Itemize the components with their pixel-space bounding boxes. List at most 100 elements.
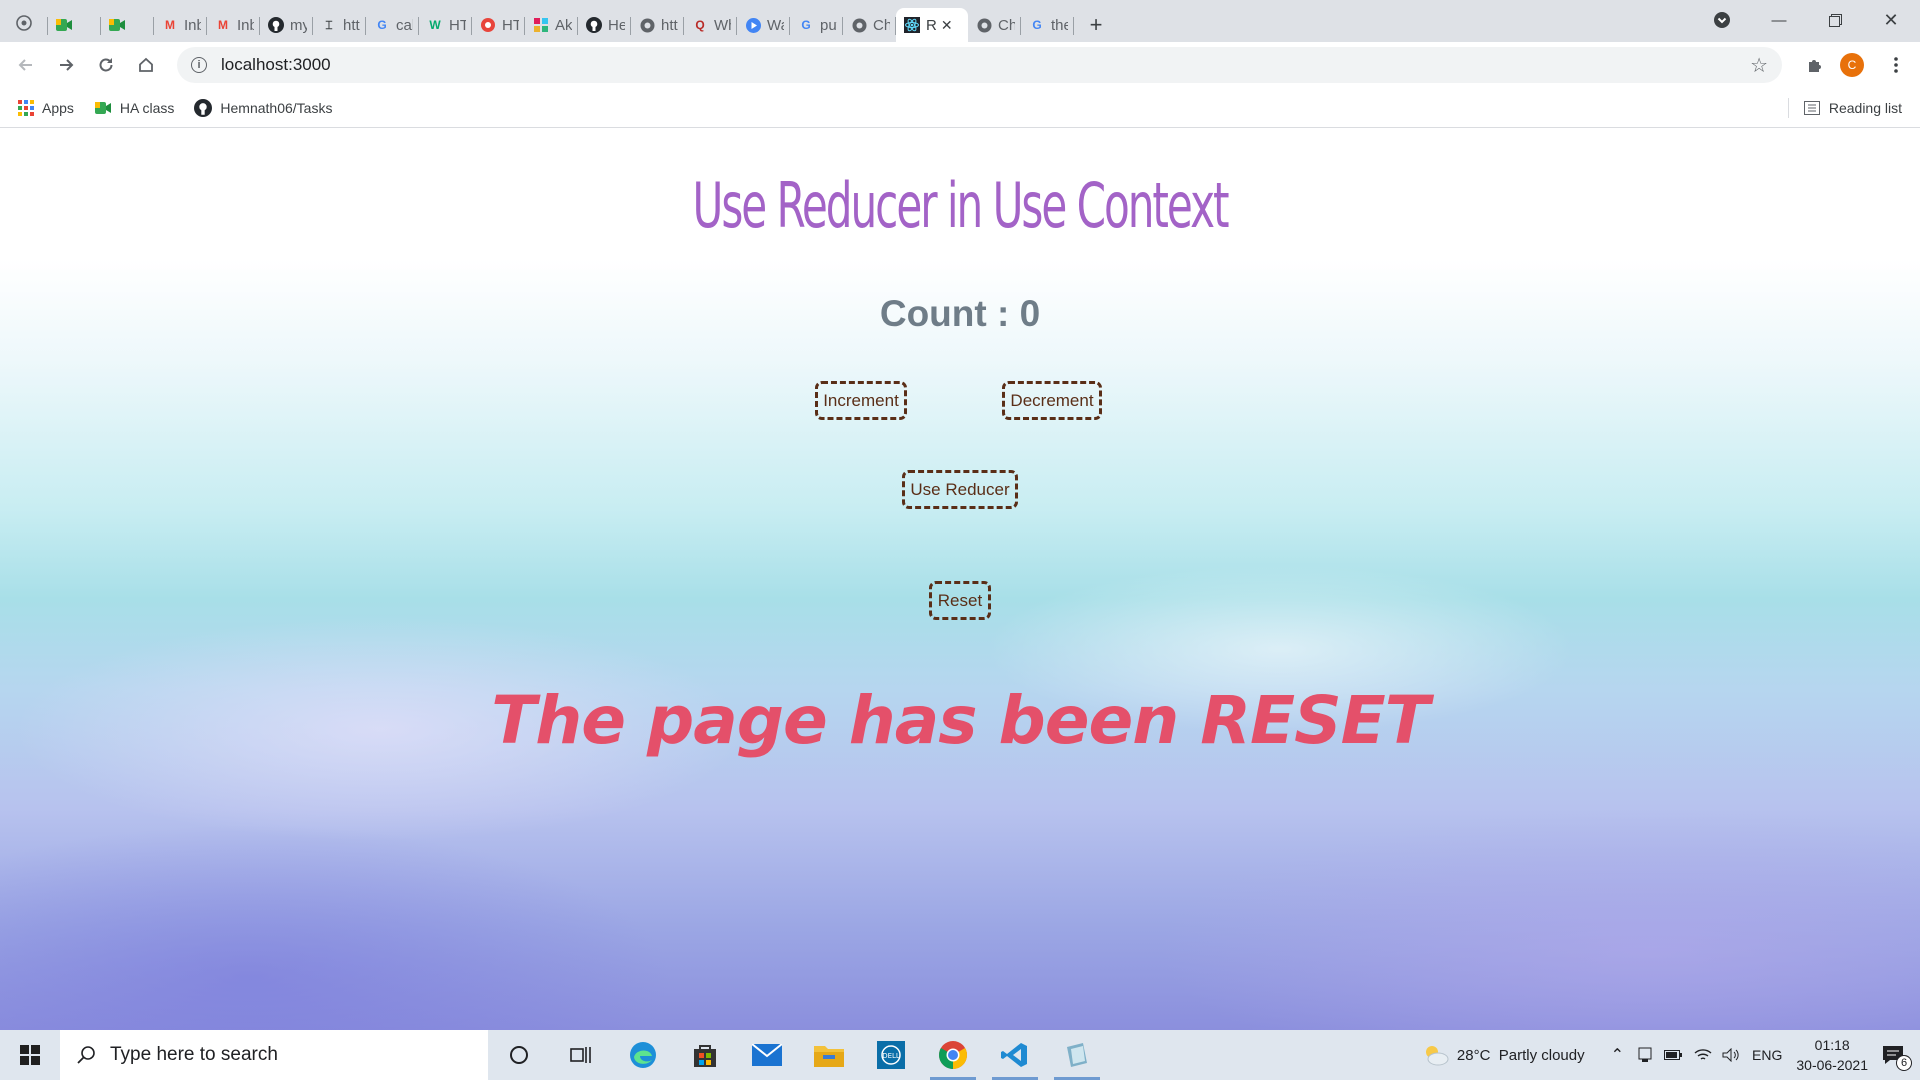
taskbar: Type here to search DELL 28°C Partly clo…	[0, 1030, 1920, 1080]
react-icon	[904, 17, 920, 33]
taskbar-dell[interactable]: DELL	[860, 1030, 922, 1080]
tab-gmail-1[interactable]: M Inbox	[154, 8, 207, 42]
tab-react-active[interactable]: R ✕	[896, 8, 968, 42]
use-reducer-button[interactable]: Use Reducer	[902, 470, 1018, 509]
tab-google-1[interactable]: G calm	[366, 8, 419, 42]
tab-globe-2[interactable]: Chon	[843, 8, 896, 42]
tab-label: https	[661, 16, 678, 34]
bookmark-github-tasks[interactable]: Hemnath06/Tasks	[194, 98, 333, 117]
reset-button[interactable]: Reset	[929, 581, 991, 620]
tab-label: R	[926, 16, 937, 34]
record-icon	[480, 17, 496, 33]
meet-icon	[94, 101, 112, 115]
bookmark-label: Hemnath06/Tasks	[220, 99, 333, 116]
taskbar-vscode[interactable]	[984, 1030, 1046, 1080]
reading-list-icon	[1803, 101, 1820, 115]
bookmark-star-icon[interactable]: ☆	[1750, 53, 1768, 78]
home-icon	[139, 57, 153, 72]
globe-icon	[976, 17, 992, 33]
taskbar-chrome[interactable]	[922, 1030, 984, 1080]
start-button[interactable]	[0, 1030, 60, 1080]
cortana-button[interactable]	[488, 1030, 550, 1080]
tab-meet-1[interactable]	[48, 8, 101, 42]
taskbar-file-explorer[interactable]	[798, 1030, 860, 1080]
tab-google-3[interactable]: G the p	[1021, 8, 1074, 42]
profile-avatar[interactable]: C	[1840, 53, 1864, 77]
weather-label[interactable]: 28°C Partly cloudy	[1457, 1047, 1585, 1064]
battery-icon[interactable]	[1664, 1050, 1683, 1060]
tab-label: puth	[820, 16, 837, 34]
slack-icon	[533, 17, 549, 33]
quora-icon: Q	[695, 18, 705, 32]
clock[interactable]: 01:18 30-06-2021	[1796, 1035, 1868, 1075]
github-icon	[194, 98, 213, 117]
windows-icon	[20, 1045, 40, 1065]
taskbar-edge[interactable]	[612, 1030, 674, 1080]
tab-label: HTM	[449, 16, 466, 34]
bookmark-ha-class[interactable]: HA class	[94, 100, 174, 116]
weather-icon[interactable]	[1423, 1044, 1449, 1066]
clock-time: 01:18	[1814, 1037, 1850, 1053]
close-window-button[interactable]: ✕	[1868, 0, 1914, 40]
tab-search-button[interactable]	[1700, 0, 1744, 40]
bookmark-apps[interactable]: Apps	[18, 99, 74, 116]
tab-w3schools[interactable]: W HTM	[419, 8, 472, 42]
minimize-button[interactable]: —	[1756, 0, 1802, 40]
tab-globe-1[interactable]: https	[631, 8, 684, 42]
task-view-button[interactable]	[550, 1030, 612, 1080]
home-button[interactable]	[126, 47, 166, 83]
close-tab-icon[interactable]: ✕	[941, 17, 953, 34]
tab-label: Watc	[767, 16, 784, 34]
tab-label: Inbox	[237, 16, 254, 34]
meeting-icon[interactable]	[1638, 1047, 1652, 1063]
folder-icon	[814, 1046, 844, 1067]
menu-button[interactable]	[1876, 47, 1916, 83]
taskbar-search[interactable]: Type here to search	[60, 1030, 488, 1080]
tab-label: HTM	[502, 16, 519, 34]
taskbar-store[interactable]	[674, 1030, 736, 1080]
puzzle-icon	[1809, 60, 1821, 72]
tab-web-1[interactable]: ⌶ https	[313, 8, 366, 42]
decrement-button[interactable]: Decrement	[1002, 381, 1102, 420]
tab-label: the p	[1051, 16, 1068, 34]
tab-github-2[interactable]: Hem	[578, 8, 631, 42]
reload-button[interactable]	[86, 47, 126, 83]
gmail-icon: M	[165, 18, 175, 32]
reload-icon	[99, 58, 113, 72]
notes-app-icon	[1067, 1043, 1087, 1067]
back-button[interactable]	[6, 47, 46, 83]
cortana-icon	[510, 1046, 528, 1064]
tab-slack[interactable]: Akay	[525, 8, 578, 42]
extensions-button[interactable]	[1795, 47, 1835, 83]
chrome-apps-icon	[15, 14, 33, 36]
tab-gmail-2[interactable]: M Inbox	[207, 8, 260, 42]
new-tab-button[interactable]: +	[1074, 8, 1118, 42]
forward-button[interactable]	[46, 47, 86, 83]
increment-button[interactable]: Increment	[815, 381, 907, 420]
google-icon: G	[801, 18, 811, 32]
tab-label: Wher	[714, 16, 731, 34]
volume-icon[interactable]	[1722, 1048, 1740, 1062]
reading-list-button[interactable]: Reading list	[1787, 88, 1902, 128]
wifi-icon[interactable]	[1694, 1048, 1712, 1062]
tab-label: Chon	[873, 16, 890, 34]
tab-quora[interactable]: Q Wher	[684, 8, 737, 42]
tab-label: https	[343, 16, 360, 34]
tab-meet-2[interactable]	[101, 8, 154, 42]
tab-github-1[interactable]: my-a	[260, 8, 313, 42]
address-bar[interactable]: i localhost:3000 ☆	[177, 47, 1782, 83]
tab-chrome-apps[interactable]	[0, 8, 48, 42]
notification-center-button[interactable]: 6	[1882, 1045, 1912, 1071]
address-text[interactable]: localhost:3000	[221, 55, 331, 75]
tab-play[interactable]: Watc	[737, 8, 790, 42]
taskbar-notes-app[interactable]	[1046, 1030, 1108, 1080]
info-icon[interactable]: i	[191, 57, 207, 73]
restore-button[interactable]	[1812, 0, 1858, 40]
taskbar-mail[interactable]	[736, 1030, 798, 1080]
language-indicator[interactable]: ENG	[1752, 1047, 1782, 1063]
chevron-up-icon[interactable]: ⌃	[1611, 1045, 1624, 1065]
tab-record[interactable]: HTM	[472, 8, 525, 42]
tab-google-2[interactable]: G puth	[790, 8, 843, 42]
tab-globe-3[interactable]: Chon	[968, 8, 1021, 42]
minimize-icon: —	[1771, 11, 1787, 29]
